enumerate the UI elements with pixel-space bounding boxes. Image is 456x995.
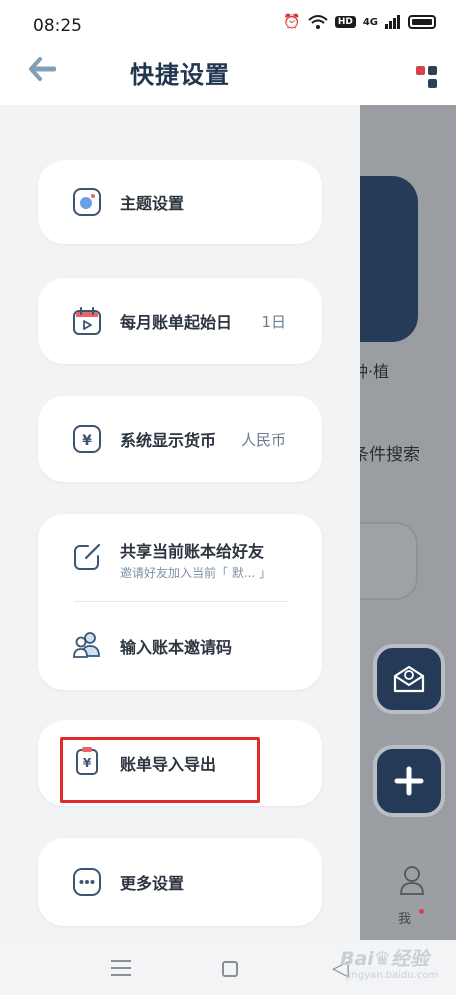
watermark-logo: Bai♛经验 xyxy=(340,948,429,970)
share-card: 共享当前账本给好友 邀请好友加入当前「 默... 」 输入账本邀请码 xyxy=(38,514,322,690)
hd-badge: HD xyxy=(334,16,356,28)
recent-apps-button[interactable] xyxy=(111,960,131,976)
share-ledger-label: 共享当前账本给好友 xyxy=(120,542,265,561)
status-bar: 08:25 ⏰ HD 4G xyxy=(0,0,456,50)
page-title: 快捷设置 xyxy=(130,61,230,89)
quick-settings-drawer: 快捷设置 主题设置 每月账单起始日 1日 ¥ 系统显示货币 人民币 共享当前账本… xyxy=(0,0,360,940)
svg-text:¥: ¥ xyxy=(82,433,92,449)
highlight-box xyxy=(60,737,260,803)
share-ledger-subtitle: 邀请好友加入当前「 默... 」 xyxy=(120,566,272,580)
month-start-label: 每月账单起始日 xyxy=(120,313,233,332)
theme-settings-label: 主题设置 xyxy=(120,194,185,213)
app-grid-icon[interactable] xyxy=(416,66,442,92)
background-search-text: 条件搜索 xyxy=(352,445,420,465)
network-type: 4G xyxy=(362,16,378,28)
status-icons: ⏰ HD 4G xyxy=(283,14,436,30)
tab-me[interactable] xyxy=(392,865,432,899)
currency-card[interactable]: ¥ 系统显示货币 人民币 xyxy=(38,396,322,482)
tab-me-label: 我 xyxy=(398,912,412,927)
currency-row[interactable]: ¥ 系统显示货币 人民币 xyxy=(38,396,322,482)
signal-icon xyxy=(385,15,400,29)
theme-settings-card[interactable]: 主题设置 xyxy=(38,160,322,244)
currency-value: 人民币 xyxy=(240,430,286,449)
yuan-icon: ¥ xyxy=(73,425,101,453)
home-button[interactable] xyxy=(222,961,238,977)
mail-fab-button[interactable] xyxy=(373,644,445,714)
notification-dot xyxy=(419,909,424,914)
invite-code-label: 输入账本邀请码 xyxy=(120,638,233,657)
envelope-icon xyxy=(393,665,425,693)
more-settings-card[interactable]: 更多设置 xyxy=(38,838,322,926)
month-start-row[interactable]: 每月账单起始日 1日 xyxy=(38,278,322,364)
theme-settings-row[interactable]: 主题设置 xyxy=(38,160,322,244)
users-icon xyxy=(73,632,100,658)
watermark-url: jingyan.baidu.com xyxy=(346,970,439,981)
person-icon xyxy=(400,866,424,895)
share-ledger-row[interactable]: 共享当前账本给好友 邀请好友加入当前「 默... 」 xyxy=(38,514,322,602)
invite-code-row[interactable]: 输入账本邀请码 xyxy=(38,602,322,690)
wifi-icon xyxy=(308,15,328,29)
more-settings-label: 更多设置 xyxy=(120,874,185,893)
month-start-card[interactable]: 每月账单起始日 1日 xyxy=(38,278,322,364)
share-edit-icon xyxy=(74,543,101,570)
month-start-value: 1日 xyxy=(261,312,286,331)
add-record-fab-button[interactable] xyxy=(373,745,445,817)
status-time: 08:25 xyxy=(33,16,82,36)
currency-label: 系统显示货币 xyxy=(120,431,217,450)
more-dots-icon xyxy=(73,868,101,896)
alarm-icon: ⏰ xyxy=(283,14,301,30)
calendar-icon xyxy=(73,307,101,335)
more-settings-row[interactable]: 更多设置 xyxy=(38,838,322,926)
plus-icon xyxy=(394,766,424,796)
battery-icon xyxy=(408,15,436,29)
palette-icon xyxy=(73,188,101,216)
